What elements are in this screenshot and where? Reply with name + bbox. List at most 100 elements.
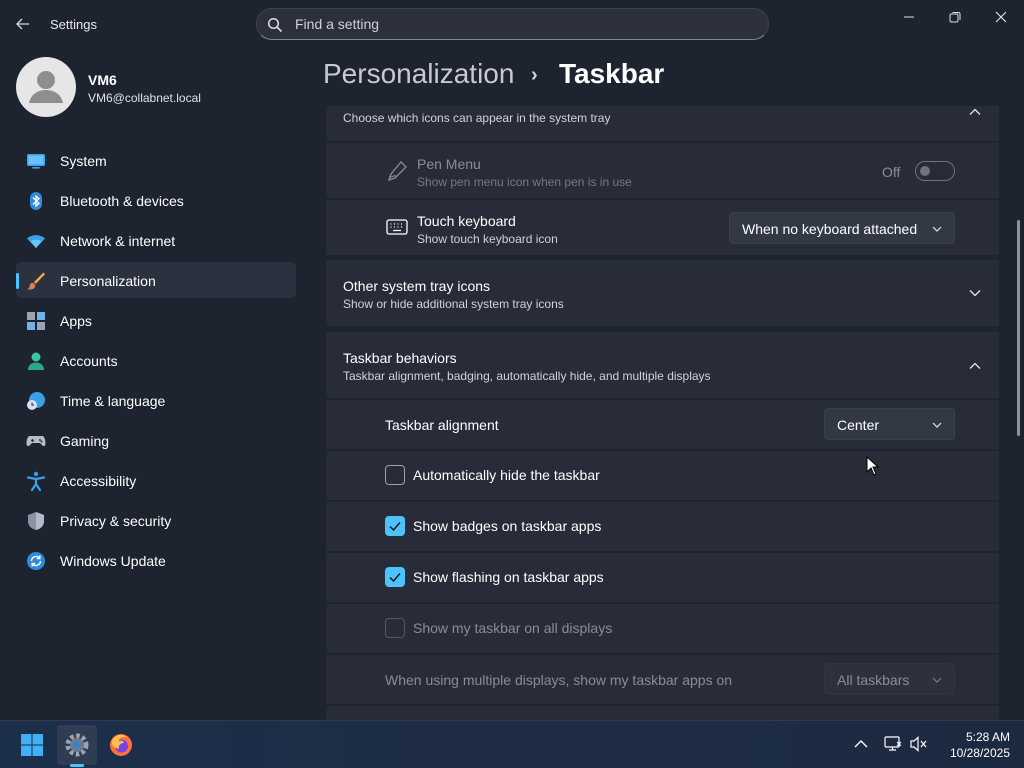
other-tray-icons-card[interactable]: Other system tray icons Show or hide add… <box>326 260 999 326</box>
start-button[interactable] <box>12 725 52 765</box>
title-bar: Settings <box>0 0 1024 48</box>
multi-display-dropdown[interactable]: All taskbars <box>824 663 955 695</box>
taskbar-behaviors-subtitle: Taskbar alignment, badging, automaticall… <box>343 369 711 383</box>
app-title: Settings <box>50 17 97 32</box>
gamepad-icon <box>26 436 46 447</box>
search-icon <box>267 17 283 33</box>
taskbar-alignment-label: Taskbar alignment <box>385 417 499 433</box>
paintbrush-icon <box>27 272 45 290</box>
monitor-icon <box>27 154 45 169</box>
taskbar-firefox-app[interactable] <box>101 725 141 765</box>
sidebar-item-accounts[interactable]: Accounts <box>16 342 296 378</box>
sidebar-item-label: Accounts <box>60 353 118 369</box>
taskbar-settings-app[interactable] <box>57 725 97 765</box>
active-app-indicator <box>70 764 84 767</box>
pen-menu-subtitle: Show pen menu icon when pen is in use <box>417 175 632 189</box>
sidebar-item-accessibility[interactable]: Accessibility <box>16 462 296 498</box>
taskbar-behaviors-title: Taskbar behaviors <box>343 350 457 366</box>
user-email: VM6@collabnet.local <box>88 91 201 105</box>
touch-keyboard-dropdown[interactable]: When no keyboard attached <box>729 212 955 244</box>
maximize-button[interactable] <box>932 6 978 28</box>
volume-muted-icon[interactable] <box>910 736 928 752</box>
bluetooth-icon <box>30 192 42 210</box>
other-tray-title: Other system tray icons <box>343 278 491 294</box>
taskbar-clock[interactable]: 5:28 AM 10/28/2025 <box>940 729 1010 761</box>
sidebar-item-label: Time & language <box>60 393 166 409</box>
all-displays-row: Show my taskbar on all displays <box>326 604 999 653</box>
show-flashing-row[interactable]: Show flashing on taskbar apps <box>326 553 999 602</box>
sidebar-item-windows-update[interactable]: Windows Update <box>16 542 296 578</box>
sidebar-item-apps[interactable]: Apps <box>16 302 296 338</box>
chevron-down-icon <box>932 422 942 428</box>
close-button[interactable] <box>978 6 1024 28</box>
breadcrumb-parent[interactable]: Personalization <box>323 58 514 90</box>
show-badges-checkbox[interactable] <box>385 516 405 536</box>
update-icon <box>27 552 45 570</box>
scrollbar[interactable] <box>1017 220 1020 436</box>
sidebar-item-label: Accessibility <box>60 473 137 489</box>
auto-hide-row[interactable]: Automatically hide the taskbar <box>326 451 999 500</box>
all-displays-checkbox[interactable] <box>385 618 405 638</box>
show-hidden-icons-chevron-icon[interactable] <box>854 739 868 749</box>
taskbar-alignment-value: Center <box>837 417 880 433</box>
all-displays-label: Show my taskbar on all displays <box>413 620 613 636</box>
mouse-cursor-icon <box>866 456 880 476</box>
touch-keyboard-subtitle: Show touch keyboard icon <box>417 232 558 246</box>
system-tray-icons-card[interactable]: Choose which icons can appear in the sys… <box>326 106 999 141</box>
sidebar-item-time-language[interactable]: Time & language <box>16 382 296 418</box>
checkmark-icon <box>389 573 401 583</box>
shield-icon <box>28 512 44 530</box>
sidebar-item-personalization[interactable]: Personalization <box>16 262 296 298</box>
back-button[interactable] <box>10 12 36 36</box>
touch-keyboard-dropdown-value: When no keyboard attached <box>742 221 918 237</box>
page-title: Taskbar <box>559 58 665 89</box>
sidebar-item-label: Bluetooth & devices <box>60 193 184 209</box>
sidebar-item-system[interactable]: System <box>16 142 296 178</box>
minimize-button[interactable] <box>886 6 932 28</box>
sidebar-nav: System Bluetooth & devices Network & int… <box>16 142 296 582</box>
search-box[interactable] <box>256 8 769 40</box>
avatar[interactable] <box>16 57 76 117</box>
sidebar-item-privacy[interactable]: Privacy & security <box>16 502 296 538</box>
auto-hide-checkbox[interactable] <box>385 465 405 485</box>
other-tray-subtitle: Show or hide additional system tray icon… <box>343 297 564 311</box>
chevron-up-icon[interactable] <box>967 358 983 374</box>
show-badges-label: Show badges on taskbar apps <box>413 518 602 534</box>
apps-icon <box>27 312 45 330</box>
taskbar: 5:28 AM 10/28/2025 <box>0 720 1024 768</box>
taskbar-behaviors-card[interactable]: Taskbar behaviors Taskbar alignment, bad… <box>326 332 999 398</box>
sidebar-item-gaming[interactable]: Gaming <box>16 422 296 458</box>
chevron-down-icon <box>932 226 942 232</box>
show-badges-row[interactable]: Show badges on taskbar apps <box>326 502 999 551</box>
wifi-icon <box>27 235 45 248</box>
sidebar-item-label: Network & internet <box>60 233 176 249</box>
sidebar-item-label: Personalization <box>60 273 156 289</box>
user-name: VM6 <box>88 72 117 88</box>
multi-display-label: When using multiple displays, show my ta… <box>385 672 733 688</box>
show-flashing-checkbox[interactable] <box>385 567 405 587</box>
sidebar-item-network[interactable]: Network & internet <box>16 222 296 258</box>
settings-content: Choose which icons can appear in the sys… <box>326 106 999 720</box>
search-input[interactable] <box>295 15 755 33</box>
sidebar-item-label: System <box>60 153 107 169</box>
user-silhouette-icon <box>29 71 63 103</box>
multi-display-row: When using multiple displays, show my ta… <box>326 655 999 704</box>
taskbar-alignment-dropdown[interactable]: Center <box>824 408 955 440</box>
pen-menu-toggle[interactable] <box>915 161 955 181</box>
network-status-icon[interactable] <box>884 736 902 752</box>
chevron-down-icon[interactable] <box>967 285 983 301</box>
pen-menu-state: Off <box>882 164 901 180</box>
clock-globe-icon <box>27 392 45 410</box>
sidebar-item-label: Gaming <box>60 433 110 449</box>
taskbar-alignment-row: Taskbar alignment Center <box>326 400 999 449</box>
pen-icon <box>387 161 407 182</box>
clock-date: 10/28/2025 <box>949 746 1010 760</box>
multi-display-value: All taskbars <box>837 672 910 688</box>
clock-time: 5:28 AM <box>965 730 1010 744</box>
checkmark-icon <box>389 522 401 532</box>
sidebar-item-bluetooth[interactable]: Bluetooth & devices <box>16 182 296 218</box>
chevron-up-icon[interactable] <box>967 106 983 120</box>
settings-gear-icon <box>65 733 89 757</box>
sidebar-item-label: Windows Update <box>60 553 166 569</box>
sidebar-item-label: Privacy & security <box>60 513 172 529</box>
